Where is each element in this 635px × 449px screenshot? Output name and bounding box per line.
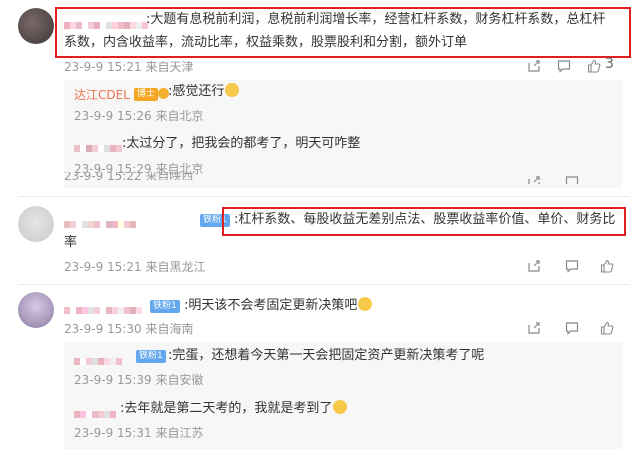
comment-text: :明天该不会考固定更新决策吧	[184, 295, 373, 317]
reply-text: :去年就是第二天考的，我就是考到了	[120, 398, 348, 420]
comment-time: 23-9-9 15:30	[64, 322, 142, 336]
avatar[interactable]	[18, 8, 54, 44]
reply-username[interactable]: 达江CDEL	[74, 86, 130, 103]
comment-text-line1: :大题有息税前利润，息税前利润增长率，经营杠杆系数，财务杠杆系数，总杠杆	[146, 12, 606, 27]
emoji-icon	[333, 400, 348, 414]
fan-badge: 铁粉1	[136, 350, 166, 363]
divider	[18, 196, 630, 197]
emoji-icon	[358, 297, 373, 311]
comment-location: 来自黑龙江	[145, 260, 206, 274]
share-icon[interactable]	[527, 58, 543, 74]
comment-time: 23-9-9 15:21	[64, 260, 142, 274]
like-icon[interactable]	[587, 58, 603, 74]
comment-icon[interactable]	[557, 58, 573, 74]
reply-text-content: :去年就是第二天考的，我就是考到了	[120, 401, 333, 416]
comment-location: 来自天津	[145, 60, 194, 74]
avatar[interactable]	[18, 206, 54, 242]
comment-meta: 23-9-9 15:21 来自天津	[64, 58, 193, 75]
blurred-username[interactable]	[64, 299, 146, 314]
partial-reply-meta: 23-9-9 15:22 来自陕西	[64, 172, 194, 180]
comment-time: 23-9-9 15:21	[64, 60, 142, 74]
reply-user-badge: 博士	[134, 88, 159, 101]
reply-text: :感觉还行	[168, 81, 240, 103]
reply-meta: 23-9-9 15:31 来自江苏	[74, 424, 203, 441]
blurred-username[interactable]	[64, 213, 138, 228]
share-icon[interactable]	[527, 174, 543, 184]
reply-text: :太过分了，把我会的都考了，明天可咋整	[122, 136, 361, 151]
comment-location: 来自海南	[145, 322, 194, 336]
emoji-icon	[225, 83, 240, 97]
blurred-username[interactable]	[74, 403, 120, 418]
like-icon[interactable]	[600, 258, 616, 274]
comment-icon[interactable]	[565, 258, 581, 274]
reply-text: :完蛋，还想着今天第一天会把固定资产更新决策考了呢	[168, 348, 485, 363]
divider	[18, 284, 630, 285]
reply-location: 来自江苏	[155, 426, 204, 440]
reply-time: 23-9-9 15:39	[74, 373, 152, 387]
reply-time: 23-9-9 15:31	[74, 426, 152, 440]
blurred-username[interactable]	[74, 350, 128, 365]
reply-text-content: :感觉还行	[168, 84, 225, 99]
comment-meta: 23-9-9 15:21 来自黑龙江	[64, 258, 205, 275]
comment-text-line1: :杠杆系数、每股收益无差别点法、股票收益率价值、单价、财务比	[234, 212, 616, 227]
comment-text-content: :明天该不会考固定更新决策吧	[184, 298, 358, 313]
like-count: 3	[605, 56, 614, 72]
comment-text-line2: 系数，内含收益率，流动比率，权益乘数，股票股利和分割，额外订单	[64, 35, 468, 50]
blurred-username[interactable]	[74, 137, 124, 152]
comment-icon[interactable]	[565, 320, 581, 336]
reply-location: 来自北京	[155, 109, 204, 123]
comment-meta: 23-9-9 15:30 来自海南	[64, 320, 193, 337]
reply-meta: 23-9-9 15:26 来自北京	[74, 107, 203, 124]
share-icon[interactable]	[527, 320, 543, 336]
comment-icon[interactable]	[565, 174, 581, 184]
like-icon[interactable]	[600, 320, 616, 336]
reply-time: 23-9-9 15:26	[74, 109, 152, 123]
fan-badge: 铁粉1	[150, 300, 180, 313]
reply-meta: 23-9-9 15:39 来自安徽	[74, 371, 203, 388]
avatar[interactable]	[18, 292, 54, 328]
comment-text-line2: 率	[64, 235, 78, 250]
share-icon[interactable]	[527, 258, 543, 274]
reply-location: 来自安徽	[155, 373, 204, 387]
